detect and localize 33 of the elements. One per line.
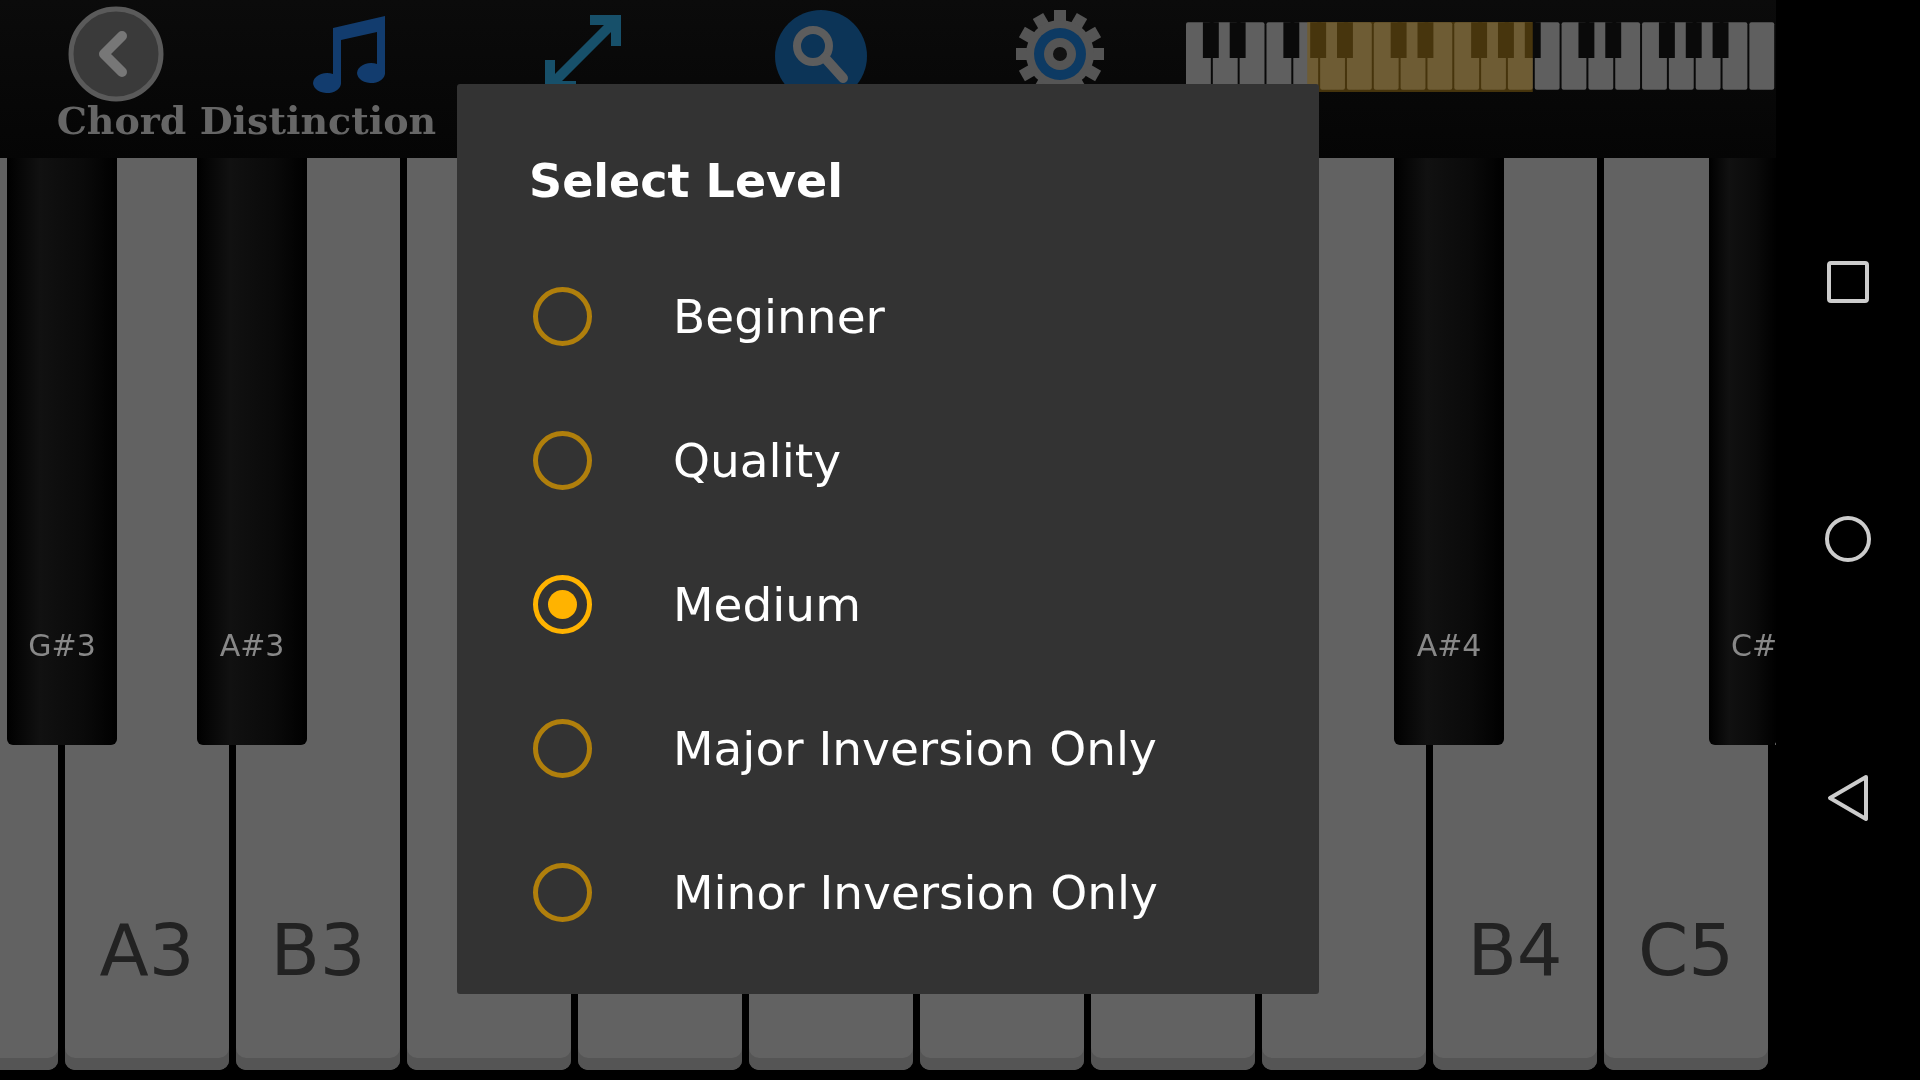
radio-button[interactable] [533,574,592,634]
radio-button[interactable] [533,718,592,778]
radio-button[interactable] [533,862,592,922]
level-option[interactable]: Beginner [529,244,1319,388]
option-label: Quality [673,432,841,488]
recents-icon[interactable] [1826,260,1870,304]
option-label: Minor Inversion Only [673,864,1158,920]
back-icon[interactable] [1826,774,1870,822]
level-option[interactable]: Medium [529,532,1319,676]
sharp-key[interactable]: C# [1709,158,1776,745]
home-icon[interactable] [1824,515,1872,563]
sharp-key[interactable]: A#3 [197,158,307,745]
radio-button[interactable] [533,430,592,490]
key-label: G#3 [28,628,96,663]
app-title: Chord Distinction [56,98,437,143]
sharp-key[interactable]: A#4 [1394,158,1504,745]
key-label: B3 [270,914,366,986]
key-label: C# [1731,628,1776,663]
key-label: A#3 [219,628,285,663]
level-option[interactable]: Quality [529,388,1319,532]
key-label: A3 [99,914,195,986]
sharp-key[interactable]: G#3 [7,158,117,745]
mini-keyboard-drawing[interactable] [1185,22,1776,92]
level-option[interactable]: Minor Inversion Only [529,820,1319,964]
key-label: A#4 [1416,628,1482,663]
option-label: Major Inversion Only [673,720,1157,776]
option-label: Beginner [673,288,885,344]
key-label: C5 [1637,914,1735,986]
option-label: Medium [673,576,861,632]
level-option[interactable]: Major Inversion Only [529,676,1319,820]
key-label: B4 [1467,914,1563,986]
dialog-title: Select Level [529,153,845,210]
radio-button[interactable] [533,286,592,346]
